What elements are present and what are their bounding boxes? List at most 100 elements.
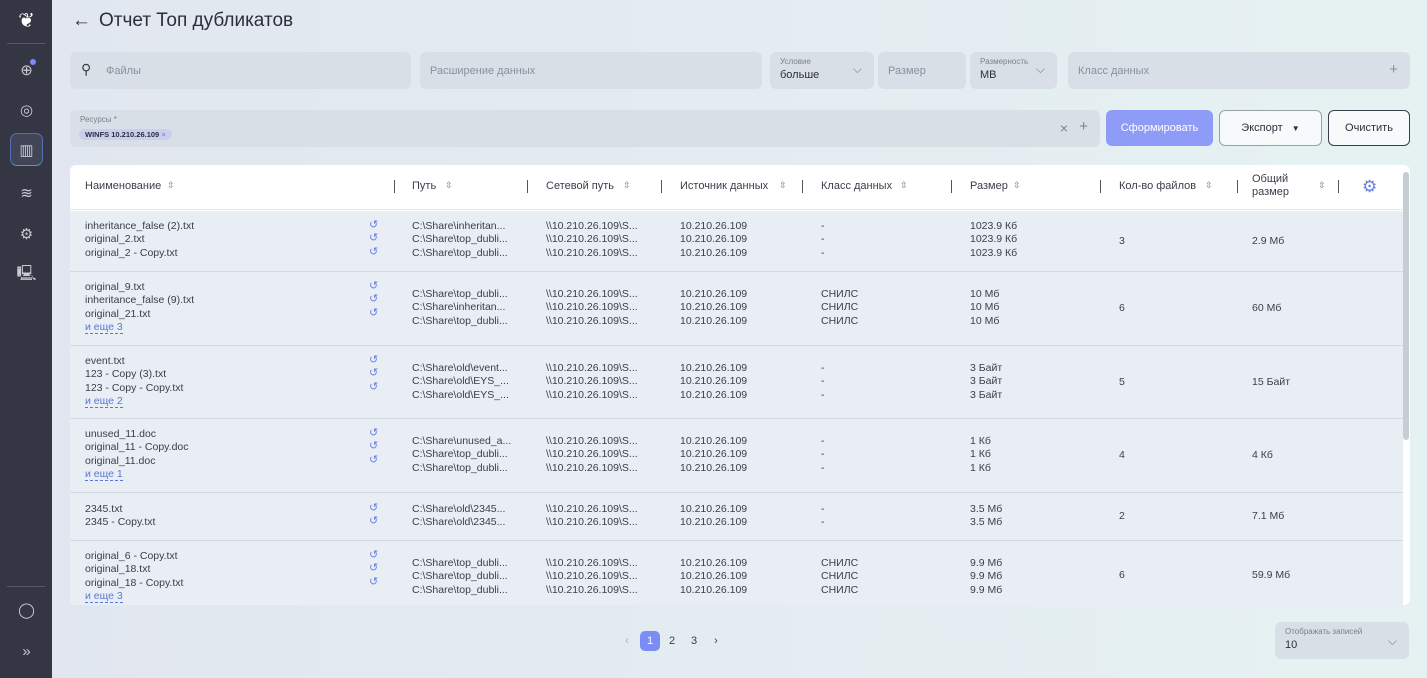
column-header[interactable]: Размер <box>970 180 1008 192</box>
column-header[interactable]: Класс данных <box>821 180 892 192</box>
sort-icon[interactable]: ⇳ <box>900 180 908 191</box>
plus-icon[interactable]: + <box>1389 61 1398 78</box>
column-header[interactable]: Источник данных <box>680 180 768 192</box>
sort-icon[interactable]: ⇳ <box>167 180 175 191</box>
page-1-button[interactable]: 1 <box>640 631 660 651</box>
page-2-button[interactable]: 2 <box>662 631 682 651</box>
history-icon[interactable]: ↺ <box>369 293 378 306</box>
history-icon[interactable]: ↺ <box>369 354 378 367</box>
show-more-link[interactable]: и еще 3 <box>85 589 123 603</box>
history-icon[interactable]: ↺ <box>369 246 378 259</box>
table-row[interactable]: unused_11.doc original_11 - Copy.doc origi… <box>70 419 1403 493</box>
paths-value: C:\Share\old\2345... <box>412 516 506 529</box>
unit-select[interactable]: Размерность MB ⌵ <box>970 52 1057 89</box>
size-value: 3.5 Мб <box>970 516 1003 529</box>
prev-page-button[interactable]: ‹ <box>617 631 637 651</box>
chart-icon[interactable]: ▥ <box>10 133 43 166</box>
table-header: ⚙ Наименование ⇳ Путь ⇳ Сетевой путь ⇳ Источни… <box>70 165 1403 210</box>
sort-icon[interactable]: ⇳ <box>1013 180 1021 191</box>
history-icon[interactable]: ↺ <box>369 454 378 467</box>
table-row[interactable]: event.txt 123 - Copy (3).txt 123 - Copy - … <box>70 346 1403 419</box>
names-cell: original_6 - Copy.txt original_18.txt orig… <box>85 550 183 603</box>
net-cell: \\10.210.26.109\S... \\10.210.26.109\S...… <box>546 220 638 260</box>
history-icon[interactable]: ↺ <box>369 440 378 453</box>
cls-cell: --- <box>821 220 825 260</box>
sort-icon[interactable]: ⇳ <box>623 180 631 191</box>
size-input[interactable]: Размер <box>878 52 966 89</box>
table-row[interactable]: inheritance_false (2).txt original_2.txt o… <box>70 211 1403 272</box>
network-folder-icon[interactable]: 🖳 <box>10 259 43 292</box>
net-cell: \\10.210.26.109\S... \\10.210.26.109\S... <box>546 503 638 530</box>
eye-icon[interactable]: ◎ <box>10 93 43 126</box>
data-class-input[interactable]: Класс данных + <box>1068 52 1410 89</box>
table-row[interactable]: original_6 - Copy.txt original_18.txt orig… <box>70 541 1403 605</box>
history-icon[interactable]: ↺ <box>369 232 378 245</box>
clear-icon[interactable]: × <box>1060 120 1068 136</box>
history-icon[interactable]: ↺ <box>369 502 378 515</box>
condition-select[interactable]: Условие больше ⌵ <box>770 52 874 89</box>
globe-icon[interactable]: ⊕ <box>10 53 43 86</box>
extension-input[interactable]: Расширение данных <box>420 52 762 89</box>
duplicates-table: ⚙ Наименование ⇳ Путь ⇳ Сетевой путь ⇳ Источни… <box>70 165 1410 605</box>
src-cell: 10.210.26.109 10.210.26.109 10.210.26.109 <box>680 288 747 328</box>
history-icon[interactable]: ↺ <box>369 515 378 528</box>
resources-input[interactable]: Ресурсы * WINFS 10.210.26.109 × × + <box>70 110 1100 147</box>
export-button[interactable]: Экспорт ▼ <box>1219 110 1322 146</box>
column-header[interactable]: Путь <box>412 180 436 192</box>
scrollbar[interactable] <box>1403 172 1409 440</box>
generate-button[interactable]: Сформировать <box>1106 110 1213 146</box>
sort-icon[interactable]: ⇳ <box>1318 180 1326 191</box>
gear-icon[interactable]: ⚙ <box>10 217 43 250</box>
extension-placeholder: Расширение данных <box>430 65 536 77</box>
export-label: Экспорт <box>1241 122 1283 134</box>
history-icon[interactable]: ↺ <box>369 427 378 440</box>
history-icon[interactable]: ↺ <box>369 576 378 589</box>
page-size-select[interactable]: Отображать записей 10 ⌵ <box>1275 622 1409 659</box>
cls-cell: СНИЛС СНИЛС СНИЛС <box>821 288 858 328</box>
net-value: \\10.210.26.109\S... <box>546 461 638 474</box>
show-more-link[interactable]: и еще 3 <box>85 320 123 334</box>
names-value: inheritance_false (9).txt <box>85 294 195 307</box>
resource-chip-label: WINFS 10.210.26.109 <box>85 130 160 139</box>
history-icon[interactable]: ↺ <box>369 562 378 575</box>
table-row[interactable]: original_9.txt inheritance_false (9).txt o… <box>70 272 1403 346</box>
clear-button[interactable]: Очистить <box>1328 110 1410 146</box>
files-search-input[interactable]: ⚲ Файлы <box>70 52 411 89</box>
column-header[interactable]: Наименование <box>85 180 161 192</box>
history-icon[interactable]: ↺ <box>369 219 378 232</box>
next-page-button[interactable]: › <box>706 631 726 651</box>
size-value: 3.5 Мб <box>970 503 1003 515</box>
arrow-left-icon[interactable]: ← <box>72 10 91 32</box>
src-value: 10.210.26.109 <box>680 220 748 232</box>
show-more-link[interactable]: и еще 2 <box>85 394 123 408</box>
column-header[interactable]: Общий размер <box>1252 173 1292 199</box>
cls-value: СНИЛС <box>821 301 859 314</box>
sidebar: ❦ ⊕ ◎ ▥ ≋ ⚙ 🖳 ◯ » <box>0 0 52 678</box>
table-row[interactable]: 2345.txt 2345 - Copy.txt ↺ ↺ C:\Share\old\23… <box>70 493 1403 541</box>
column-header[interactable]: Кол-во файлов <box>1119 180 1196 192</box>
src-value: 10.210.26.109 <box>680 461 748 474</box>
sort-icon[interactable]: ⇳ <box>445 180 453 191</box>
history-icon[interactable]: ↺ <box>369 280 378 293</box>
page-size-label: Отображать записей <box>1285 627 1363 636</box>
history-icon[interactable]: ↺ <box>369 367 378 380</box>
resource-chip: WINFS 10.210.26.109 × <box>79 129 172 140</box>
show-more-link[interactable]: и еще 1 <box>85 467 123 481</box>
divider <box>7 586 45 587</box>
paths-cell: C:\Share\inheritan... C:\Share\top_dubli.… <box>412 220 508 260</box>
history-icon[interactable]: ↺ <box>369 549 378 562</box>
history-icon[interactable]: ↺ <box>369 307 378 320</box>
close-icon[interactable]: × <box>161 130 165 139</box>
sort-icon[interactable]: ⇳ <box>779 180 787 191</box>
files-placeholder: Файлы <box>106 65 141 77</box>
layers-icon[interactable]: ≋ <box>10 176 43 209</box>
sort-icon[interactable]: ⇳ <box>1205 180 1213 191</box>
settings-gear-icon[interactable]: ⚙ <box>1362 177 1377 197</box>
expand-icon[interactable]: » <box>10 635 43 668</box>
total-value: 15 Байт <box>1252 375 1291 388</box>
history-icon[interactable]: ↺ <box>369 381 378 394</box>
column-header[interactable]: Сетевой путь <box>546 180 614 192</box>
user-icon[interactable]: ◯ <box>10 593 43 626</box>
plus-icon[interactable]: + <box>1079 118 1088 135</box>
page-3-button[interactable]: 3 <box>684 631 704 651</box>
